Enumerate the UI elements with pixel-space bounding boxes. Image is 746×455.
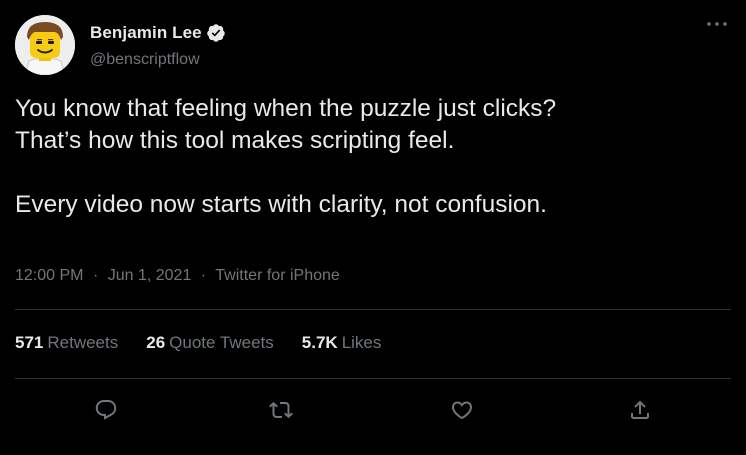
author-name-row[interactable]: Benjamin Lee xyxy=(90,21,226,45)
divider xyxy=(15,309,731,310)
like-icon[interactable] xyxy=(447,395,477,425)
meta-separator: · xyxy=(200,267,207,284)
likes-label: Likes xyxy=(341,333,382,352)
retweets-label: Retweets xyxy=(47,333,119,352)
meta-separator: · xyxy=(92,267,99,284)
retweets-stat[interactable]: 571 Retweets xyxy=(15,333,118,353)
verified-badge-icon xyxy=(206,23,226,43)
quote-tweets-count: 26 xyxy=(146,333,166,352)
more-options-icon[interactable] xyxy=(704,14,730,34)
reply-icon[interactable] xyxy=(91,395,121,425)
quote-tweets-stat[interactable]: 26 Quote Tweets xyxy=(146,333,274,353)
tweet-text: You know that feeling when the puzzle ju… xyxy=(15,93,731,221)
likes-stat[interactable]: 5.7K Likes xyxy=(302,333,382,353)
tweet-time[interactable]: 12:00 PM xyxy=(15,267,83,284)
engagement-stats: 571 Retweets 26 Quote Tweets 5.7K Likes xyxy=(15,333,409,353)
author-display-name[interactable]: Benjamin Lee xyxy=(90,23,202,43)
tweet-text-line: Every video now starts with clarity, not… xyxy=(15,191,547,218)
retweets-count: 571 xyxy=(15,333,44,352)
lego-minifigure-avatar-icon xyxy=(15,15,75,75)
tweet-date[interactable]: Jun 1, 2021 xyxy=(108,267,192,284)
tweet-metadata: 12:00 PM · Jun 1, 2021 · Twitter for iPh… xyxy=(15,267,340,285)
likes-count: 5.7K xyxy=(301,333,338,352)
tweet-text-line: You know that feeling when the puzzle ju… xyxy=(15,95,557,122)
retweet-icon[interactable] xyxy=(266,395,296,425)
avatar[interactable] xyxy=(15,15,75,75)
author-handle[interactable]: @benscriptflow xyxy=(90,51,200,69)
tweet-text-line: That’s how this tool makes scripting fee… xyxy=(15,127,455,154)
divider xyxy=(15,378,731,379)
tweet-detail: Benjamin Lee @benscriptflow You know tha… xyxy=(0,0,746,455)
tweet-actions-bar xyxy=(0,395,746,425)
share-icon[interactable] xyxy=(625,395,655,425)
quote-tweets-label: Quote Tweets xyxy=(169,333,274,352)
tweet-source[interactable]: Twitter for iPhone xyxy=(215,267,340,284)
